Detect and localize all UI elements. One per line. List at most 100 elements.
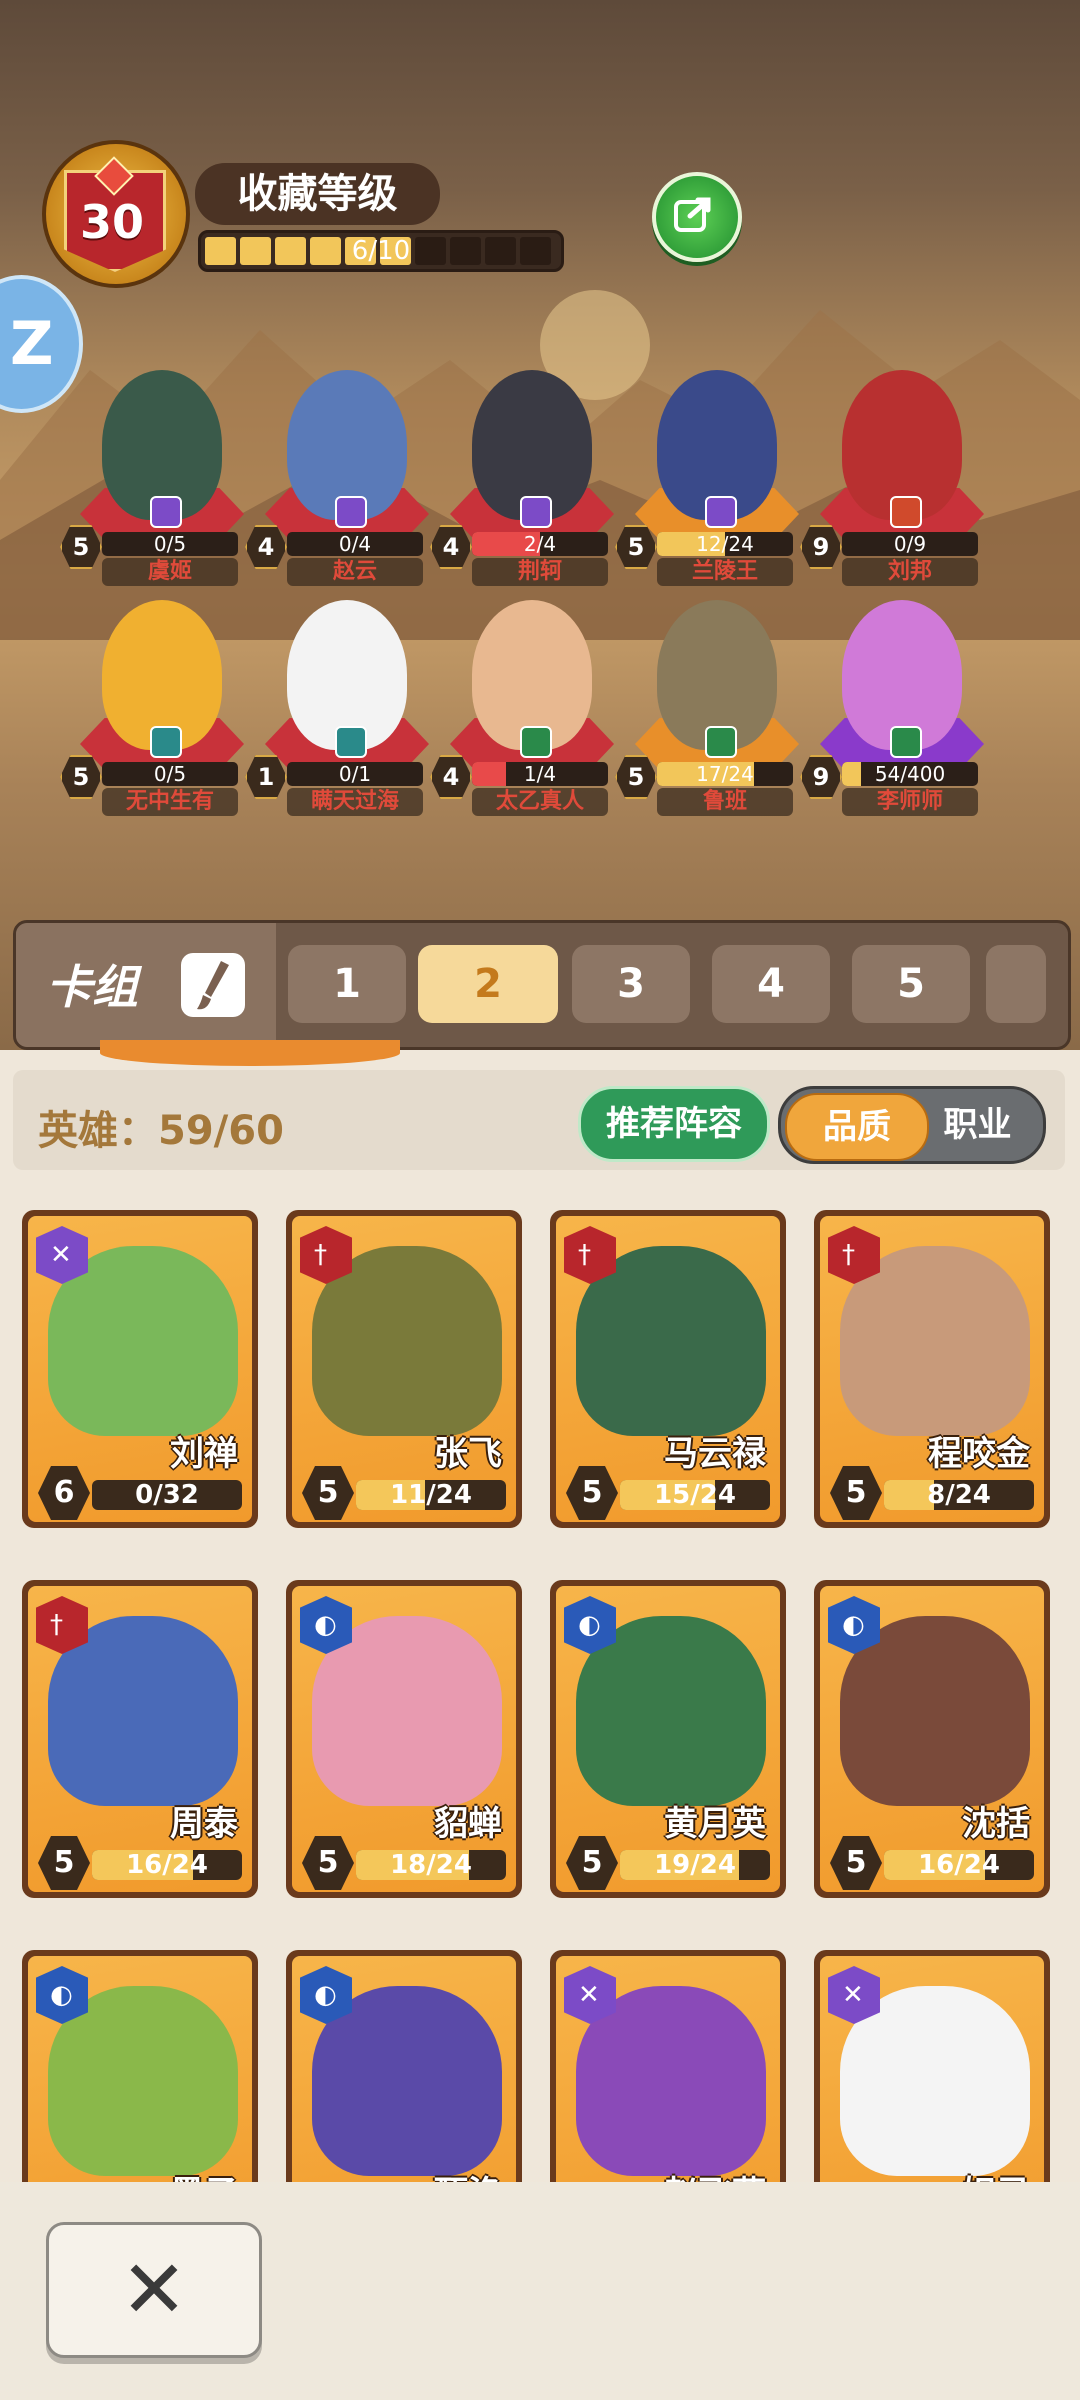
- hero-card-level: 5: [302, 1466, 354, 1520]
- hero-progress-bar: 0/4: [287, 532, 423, 556]
- hero-card-name: 周泰: [170, 1804, 238, 1844]
- hero-card-name: 程咬金: [928, 1434, 1030, 1474]
- swords-icon: [150, 496, 182, 528]
- hero-card-level: 5: [38, 1836, 90, 1890]
- hero-progress-text: 0/1: [338, 762, 372, 786]
- swords-icon: [520, 496, 552, 528]
- hero-card-name: 刘禅: [170, 1434, 238, 1474]
- tab-more[interactable]: [986, 945, 1046, 1023]
- hero-name: 无中生有: [102, 788, 238, 816]
- hero-name: 虞姬: [102, 558, 238, 586]
- hero-progress-text: 0/5: [153, 532, 187, 556]
- hero-level: 5: [615, 755, 657, 799]
- hero-progress-bar: 0/5: [102, 532, 238, 556]
- hero-card[interactable]: † 张飞 5 11/24: [286, 1210, 522, 1528]
- hero-card[interactable]: ✕ 妲己: [814, 1950, 1050, 2182]
- potion-icon: [335, 726, 367, 758]
- sword-icon: †: [564, 1226, 616, 1284]
- collection-level-badge[interactable]: 30: [42, 140, 190, 288]
- hero-card-art: ◐ 墨子: [28, 1956, 252, 2182]
- hero-card[interactable]: ◐ 沈括 5 16/24: [814, 1580, 1050, 1898]
- tab-deck-5[interactable]: 5: [852, 945, 970, 1023]
- hero-progress-bar: 12/24: [657, 532, 793, 556]
- hero-figure[interactable]: 5 0/5 无中生有: [60, 600, 262, 820]
- hero-card-art: † 周泰 5 16/24: [28, 1586, 252, 1892]
- potion-icon: [150, 726, 182, 758]
- share-icon: [674, 197, 711, 232]
- hero-card-art: ✕ 赵飞燕: [556, 1956, 780, 2182]
- toggle-quality[interactable]: 品质: [785, 1093, 929, 1161]
- sword-icon: †: [828, 1226, 880, 1284]
- hero-card-level: 6: [38, 1466, 90, 1520]
- helmet-icon: ◐: [564, 1596, 616, 1654]
- hero-card-progress-text: 11/24: [390, 1480, 472, 1510]
- hero-figure[interactable]: 4 2/4 荆轲: [430, 370, 632, 590]
- hero-card-progress-text: 16/24: [126, 1850, 208, 1880]
- deck-label-area: 卡组: [16, 923, 276, 1047]
- hero-card[interactable]: ✕ 赵飞燕: [550, 1950, 786, 2182]
- tab-deck-4[interactable]: 4: [712, 945, 830, 1023]
- hero-card-progress-bar: 19/24: [620, 1850, 770, 1880]
- hero-figure[interactable]: 5 0/5 虞姬: [60, 370, 262, 590]
- hero-name: 荆轲: [472, 558, 608, 586]
- hero-level: 5: [615, 525, 657, 569]
- close-button[interactable]: ✕: [46, 2222, 262, 2358]
- hero-card-name: 貂蝉: [434, 1804, 502, 1844]
- hero-progress-bar: 0/9: [842, 532, 978, 556]
- hero-card[interactable]: ◐ 貂蝉 5 18/24: [286, 1580, 522, 1898]
- share-button[interactable]: [652, 172, 742, 262]
- hero-card-name: 甄洛: [434, 2166, 502, 2182]
- hero-card-art: † 程咬金 5 8/24: [820, 1216, 1044, 1522]
- hero-card-art: ◐ 沈括 5 16/24: [820, 1586, 1044, 1892]
- hero-figure[interactable]: 9 0/9 刘邦: [800, 370, 1002, 590]
- hero-card[interactable]: † 周泰 5 16/24: [22, 1580, 258, 1898]
- helmet-icon: ◐: [300, 1596, 352, 1654]
- hero-card-art: ◐ 甄洛: [292, 1956, 516, 2182]
- hero-card-level: 5: [302, 1836, 354, 1890]
- hero-figure[interactable]: 4 1/4 太乙真人: [430, 600, 632, 820]
- swords-icon: ✕: [564, 1966, 616, 2024]
- hero-card-progress-bar: 18/24: [356, 1850, 506, 1880]
- tab-deck-1[interactable]: 1: [288, 945, 406, 1023]
- sword-icon: †: [36, 1596, 88, 1654]
- hero-card[interactable]: ✕ 刘禅 6 0/32: [22, 1210, 258, 1528]
- hero-card-name: 黄月英: [664, 1804, 766, 1844]
- hero-figure[interactable]: 5 12/24 兰陵王: [615, 370, 817, 590]
- swords-icon: [335, 496, 367, 528]
- collection-progress-text: 6/10: [351, 236, 411, 266]
- hero-card[interactable]: ◐ 甄洛: [286, 1950, 522, 2182]
- helmet-icon: ◐: [36, 1966, 88, 2024]
- toggle-profession[interactable]: 职业: [912, 1089, 1043, 1161]
- hero-level: 9: [800, 755, 842, 799]
- hero-card-grid: ✕ 刘禅 6 0/32 † 张飞 5 11/24 † 马云禄 5 15/24 † 程咬金 5 8/24 † 周泰 5…: [0, 1200, 1080, 2182]
- hero-progress-bar: 2/4: [472, 532, 608, 556]
- hero-progress-bar: 17/24: [657, 762, 793, 786]
- shield-plus-icon: [890, 726, 922, 758]
- tab-deck-3[interactable]: 3: [572, 945, 690, 1023]
- hero-name: 李师师: [842, 788, 978, 816]
- hero-card-art: ◐ 貂蝉 5 18/24: [292, 1586, 516, 1892]
- hero-name: 兰陵王: [657, 558, 793, 586]
- hero-card-progress-bar: 11/24: [356, 1480, 506, 1510]
- hero-name: 瞒天过海: [287, 788, 423, 816]
- hero-figure[interactable]: 1 0/1 瞒天过海: [245, 600, 447, 820]
- hero-card[interactable]: † 程咬金 5 8/24: [814, 1210, 1050, 1528]
- edit-deck-button[interactable]: [181, 953, 245, 1017]
- recommend-lineup-button[interactable]: 推荐阵容: [578, 1086, 770, 1162]
- hero-card[interactable]: ◐ 黄月英 5 19/24: [550, 1580, 786, 1898]
- collection-level-number: 30: [79, 195, 144, 249]
- hero-card-name: 马云禄: [664, 1434, 766, 1474]
- hero-figure[interactable]: 9 54/400 李师师: [800, 600, 1002, 820]
- hero-level: 4: [430, 755, 472, 799]
- tab-deck-2[interactable]: 2: [418, 945, 558, 1023]
- hero-figure[interactable]: 5 17/24 鲁班: [615, 600, 817, 820]
- hero-figure[interactable]: 4 0/4 赵云: [245, 370, 447, 590]
- hero-card[interactable]: ◐ 墨子: [22, 1950, 258, 2182]
- hero-card-name: 妲己: [962, 2166, 1030, 2182]
- hero-card-progress-text: 0/32: [135, 1480, 199, 1510]
- sort-toggle[interactable]: 品质 职业: [778, 1086, 1046, 1164]
- hero-progress-bar: 54/400: [842, 762, 978, 786]
- sword-icon: †: [300, 1226, 352, 1284]
- hero-card[interactable]: † 马云禄 5 15/24: [550, 1210, 786, 1528]
- z-icon: Z: [10, 309, 54, 379]
